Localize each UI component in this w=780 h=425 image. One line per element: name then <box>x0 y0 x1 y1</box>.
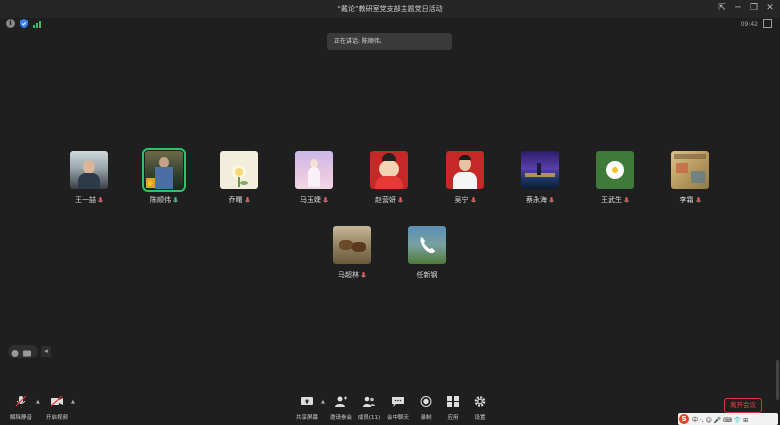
title-bar: “戴论”教研室党支部主题党日活动 ⇱ ─ ❐ ✕ <box>0 0 780 18</box>
mic-off-icon <box>15 395 27 407</box>
avatar <box>333 226 371 264</box>
maximize-icon[interactable]: ❐ <box>748 2 760 14</box>
unmute-button[interactable]: 解除静音 <box>4 393 38 421</box>
participant-tile[interactable]: 马超林 <box>327 226 377 280</box>
pin-icon[interactable]: ⇱ <box>716 2 728 14</box>
close-icon[interactable]: ✕ <box>764 2 776 14</box>
mic-muted-icon <box>695 196 701 202</box>
participant-tile[interactable]: 王一喆 <box>64 151 114 205</box>
participant-name: 吴宁 <box>454 196 469 204</box>
start-video-label: 开启视频 <box>45 415 68 421</box>
avatar <box>370 151 408 189</box>
speaking-indicator: 正在讲话: 陈顺伟; <box>327 33 452 50</box>
mic-muted-icon <box>244 196 250 202</box>
minimize-icon[interactable]: ─ <box>732 2 744 14</box>
mic-muted-icon <box>549 196 554 202</box>
participant-name: 王武生 <box>601 196 622 204</box>
mic-active-icon <box>173 196 178 202</box>
share-screen-icon <box>301 397 313 405</box>
mic-muted-icon <box>98 196 103 202</box>
collapse-icon[interactable]: ◂ <box>41 346 51 357</box>
mic-muted-icon <box>361 271 366 277</box>
participant-tile[interactable]: 任新钢 <box>402 226 452 280</box>
info-icon[interactable]: i <box>6 19 15 28</box>
avatar <box>596 151 634 189</box>
scrollbar[interactable] <box>776 360 779 400</box>
participant-tile[interactable]: 马玉婕 <box>289 151 339 205</box>
participant-tile[interactable]: 李霜 <box>665 151 715 205</box>
participant-name: 赵营妍 <box>375 196 396 204</box>
participant-name: 陈顺伟 <box>150 196 171 204</box>
participant-name: 乔曙 <box>228 196 243 204</box>
participant-tile[interactable]: 王武生 <box>590 151 640 205</box>
settings-button[interactable]: 设置 <box>463 393 497 421</box>
leave-meeting-button[interactable]: 离开会议 <box>724 398 762 413</box>
ime-status: 中 ·, ☺ 🎤 ⌨ 👕 ⊞ <box>692 417 749 424</box>
participant-name: 李霜 <box>679 196 694 204</box>
participant-name: 蔡永海 <box>526 196 547 204</box>
participant-name: 任新钢 <box>416 271 438 279</box>
avatar <box>220 151 258 189</box>
video-options-caret[interactable]: ▲ <box>71 399 75 405</box>
hand-icon: ✋ <box>146 178 155 188</box>
avatar <box>408 226 446 264</box>
share-screen-button[interactable]: 共享屏幕 <box>290 393 324 421</box>
shield-icon[interactable] <box>20 19 28 28</box>
participant-tile[interactable]: 乔曙 <box>214 151 264 205</box>
chat-toggle[interactable] <box>8 345 38 358</box>
participant-tile[interactable]: 赵营妍 <box>364 151 414 205</box>
participant-tile[interactable]: 蔡永海 <box>515 151 565 205</box>
avatar <box>70 151 108 189</box>
sogou-icon: S <box>679 414 689 424</box>
mic-muted-icon <box>470 196 476 202</box>
chat-bubble-icon <box>11 350 31 357</box>
record-icon <box>420 396 432 407</box>
meeting-toolbar: 解除静音 ▲ 开启视频 ▲ 共享屏幕 ▲ 邀请参会 成员(11) 会中聊天 录制… <box>0 393 780 425</box>
participant-name: 王一喆 <box>75 196 96 204</box>
avatar <box>521 151 559 189</box>
mic-muted-icon <box>624 196 629 202</box>
share-screen-label: 共享屏幕 <box>295 415 318 421</box>
participant-tile[interactable]: ✋ 陈顺伟 <box>139 148 189 205</box>
participant-name: 马超林 <box>338 271 359 279</box>
window-title: “戴论”教研室党支部主题党日活动 <box>337 5 443 13</box>
signal-icon <box>33 21 41 28</box>
gear-icon <box>474 396 486 407</box>
members-icon <box>363 396 375 407</box>
ime-toolbar[interactable]: S 中 ·, ☺ 🎤 ⌨ 👕 ⊞ <box>678 413 778 425</box>
chat-icon <box>392 397 404 407</box>
add-user-icon <box>335 396 347 407</box>
unmute-label: 解除静音 <box>9 415 32 421</box>
settings-label: 设置 <box>474 415 486 421</box>
clock: 09:42 <box>740 21 758 28</box>
apps-icon <box>447 396 459 407</box>
fullscreen-icon[interactable] <box>763 19 772 28</box>
participant-tile[interactable]: 吴宁 <box>440 151 490 205</box>
participant-name: 马玉婕 <box>300 196 321 204</box>
phone-icon <box>420 237 435 254</box>
avatar <box>446 151 484 189</box>
avatar-speaking: ✋ <box>142 148 186 192</box>
start-video-button[interactable]: 开启视频 <box>40 393 74 421</box>
mic-muted-icon <box>398 196 403 202</box>
avatar <box>295 151 333 189</box>
video-off-icon <box>50 395 63 407</box>
mic-muted-icon <box>323 196 328 202</box>
avatar <box>671 151 709 189</box>
